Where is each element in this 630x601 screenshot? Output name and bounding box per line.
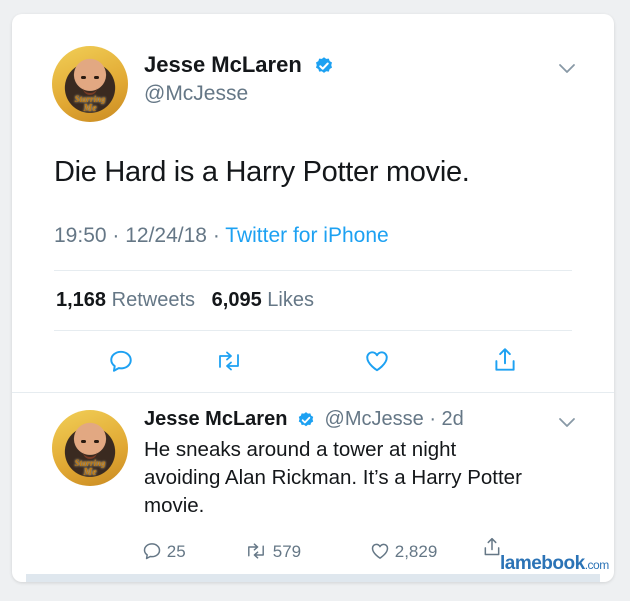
reply-author-avatar[interactable]: Starring Me <box>52 410 128 486</box>
verified-badge-icon <box>298 411 314 426</box>
verified-badge-icon <box>315 57 332 74</box>
reply-reply-action[interactable]: 25 <box>142 541 186 562</box>
divider <box>54 330 572 331</box>
chevron-down-icon[interactable] <box>558 416 576 428</box>
like-icon[interactable] <box>364 348 390 374</box>
tweet-source-link[interactable]: Twitter for iPhone <box>225 224 388 247</box>
reply-icon[interactable] <box>108 348 134 374</box>
retweet-icon <box>248 543 264 559</box>
author-avatar[interactable]: Starring Me <box>52 46 128 122</box>
reply-header: Jesse McLaren @McJesse · 2d <box>144 408 464 431</box>
tweet-text: Die Hard is a Harry Potter movie. <box>54 156 470 188</box>
tweet-time[interactable]: 19:50 <box>54 224 107 247</box>
reply-author-handle[interactable]: @McJesse <box>325 408 424 430</box>
reply-text-line: avoiding Alan Rickman. It’s a Harry Pott… <box>144 466 522 489</box>
reply-author-name[interactable]: Jesse McLaren <box>144 408 287 430</box>
avatar-badge-text: Starring Me <box>74 458 106 478</box>
author-handle[interactable]: @McJesse <box>144 82 248 106</box>
reply-count: 25 <box>166 542 186 561</box>
author-name[interactable]: Jesse McLaren <box>144 52 334 78</box>
tweet-meta: 19:50 · 12/24/18 · Twitter for iPhone <box>54 224 389 248</box>
bottom-bar <box>26 574 600 582</box>
share-icon[interactable] <box>492 346 518 374</box>
retweet-icon[interactable] <box>214 348 244 374</box>
reply-icon <box>143 543 161 560</box>
like-count: 2,829 <box>394 542 438 561</box>
divider <box>54 270 572 271</box>
tweet-date[interactable]: 12/24/18 <box>125 224 207 247</box>
retweets-stat[interactable]: 1,168 Retweets <box>56 289 195 311</box>
meta-separator: · <box>423 408 442 430</box>
reply-retweet-action[interactable]: 579 <box>244 541 301 562</box>
reply-text-line: movie. <box>144 494 205 517</box>
tweet-stats: 1,168 Retweets 6,095 Likes <box>56 289 314 312</box>
avatar-badge-text: Starring Me <box>74 94 106 114</box>
meta-separator: · <box>112 224 126 247</box>
reply-text-line: He sneaks around a tower at night <box>144 438 457 461</box>
reply-like-action[interactable]: 2,829 <box>370 541 437 562</box>
share-icon[interactable] <box>482 536 502 558</box>
divider <box>12 392 614 393</box>
chevron-down-icon[interactable] <box>558 62 576 74</box>
meta-separator: · <box>212 224 226 247</box>
like-icon <box>371 543 389 559</box>
reply-age[interactable]: 2d <box>442 408 464 430</box>
retweet-count: 579 <box>272 542 302 561</box>
watermark: lamebook.com <box>500 553 609 574</box>
tweet-card: Starring Me Jesse McLaren @McJesse Die H… <box>12 14 614 582</box>
reply-text: He sneaks around a tower at night avoidi… <box>144 436 522 520</box>
likes-stat[interactable]: 6,095 Likes <box>212 289 314 311</box>
